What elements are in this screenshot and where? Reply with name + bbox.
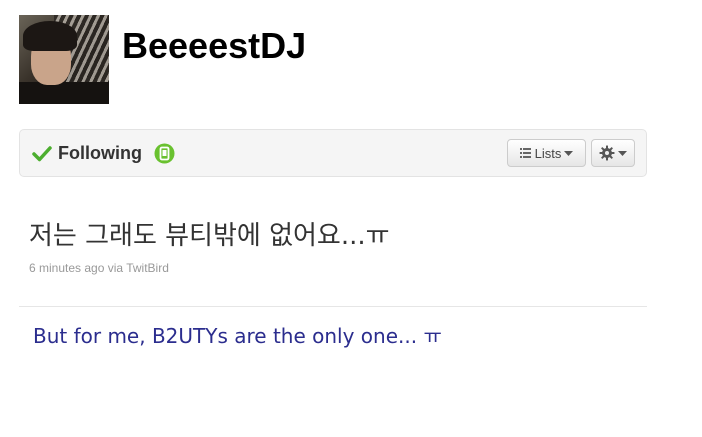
gear-icon <box>599 145 615 161</box>
avatar-shirt <box>19 82 109 104</box>
gear-button[interactable] <box>591 139 635 167</box>
tweet-page: BeeeestDJ Following Lists 저는 그래도 뷰티밖에 없어… <box>0 0 702 437</box>
divider <box>19 306 647 307</box>
tweet-text: 저는 그래도 뷰티밖에 없어요...ㅠ <box>29 221 390 251</box>
client-link[interactable]: TwitBird <box>126 261 169 275</box>
checkmark-icon <box>32 145 52 161</box>
chevron-down-icon <box>618 150 627 156</box>
via-label: via <box>107 261 124 275</box>
profile-header: BeeeestDJ <box>19 15 306 105</box>
tweet-meta: 6 minutes ago via TwitBird <box>29 261 169 275</box>
lists-label: Lists <box>534 145 562 161</box>
screen-name[interactable]: BeeeestDJ <box>122 26 306 66</box>
avatar[interactable] <box>19 15 109 104</box>
list-icon <box>519 148 531 158</box>
translation-text: But for me, B2UTYs are the only one... ㅠ <box>33 324 442 348</box>
chevron-down-icon <box>564 150 574 156</box>
following-button[interactable]: Following <box>32 143 142 164</box>
following-label: Following <box>58 143 142 163</box>
avatar-hair <box>23 21 77 51</box>
lists-button[interactable]: Lists <box>507 139 586 167</box>
device-notifications-icon[interactable] <box>154 143 175 164</box>
tweet-timestamp[interactable]: 6 minutes ago <box>29 261 104 275</box>
profile-action-bar: Following Lists <box>19 129 647 177</box>
